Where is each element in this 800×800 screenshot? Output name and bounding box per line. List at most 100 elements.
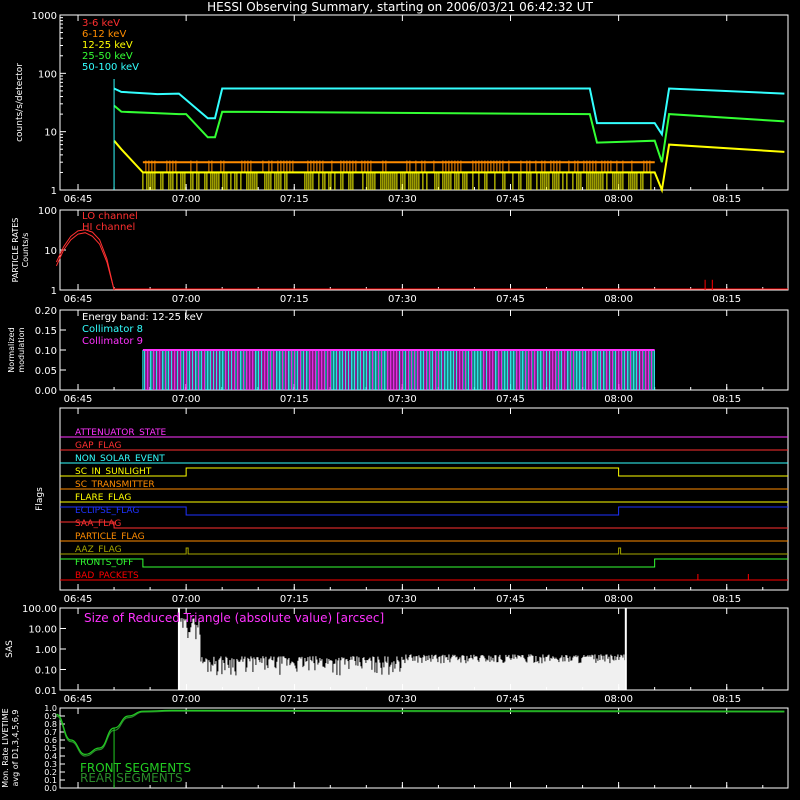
legend-entry: 12-25 keV	[82, 40, 133, 51]
x-tick-label: 08:15	[712, 194, 741, 205]
x-tick-label: 08:15	[712, 394, 741, 405]
x-tick-label: 07:00	[172, 294, 201, 305]
y-axis-label: SAS	[5, 640, 15, 658]
legend-entry: 3-6 keV	[82, 18, 120, 29]
x-tick-label: 08:00	[604, 594, 633, 605]
x-tick-label: 07:15	[280, 194, 309, 205]
legend-entry: HI channel	[82, 222, 135, 233]
series-line	[56, 709, 785, 756]
x-tick-label: 08:00	[604, 294, 633, 305]
panel-4	[59, 407, 789, 591]
y-axis-label: counts/s/detector	[15, 63, 25, 142]
hessi-summary-figure: 1 10 100 1000 counts/s/detector 3-6 keV6-12 k…	[1, 11, 789, 793]
x-tick-label: 08:00	[604, 194, 633, 205]
x-tick-label: 07:00	[172, 394, 201, 405]
x-tick-label: 07:15	[280, 394, 309, 405]
x-tick-label: 07:45	[496, 194, 525, 205]
y-tick-label: 1.00	[35, 645, 57, 656]
x-tick-label: 07:45	[496, 394, 525, 405]
y-tick-label: 0.01	[35, 686, 57, 697]
y-tick-label: 100	[38, 206, 57, 217]
y-tick-label: 0.5	[44, 744, 57, 753]
series-line	[55, 229, 115, 291]
panel-frame	[59, 209, 789, 291]
panel-frame	[59, 407, 789, 591]
x-tick-label: 07:30	[388, 694, 417, 705]
y-tick-label: 1	[51, 186, 57, 197]
y-tick-label: 0.8	[44, 720, 57, 729]
x-tick-label: 07:45	[496, 694, 525, 705]
legend-entry: REAR SEGMENTS	[80, 771, 183, 785]
x-tick-label: 07:30	[388, 594, 417, 605]
legend-entry: 50-100 keV	[82, 62, 139, 73]
x-tick-label: 07:00	[172, 194, 201, 205]
x-tick-label: 06:45	[64, 394, 93, 405]
x-tick-label: 06:45	[64, 694, 93, 705]
y-tick-label: 0.9	[44, 712, 57, 721]
y-tick-label: 0.20	[35, 306, 57, 317]
y-tick-label: 10.00	[28, 625, 57, 636]
flag-line	[60, 547, 788, 555]
y-tick-label: 1	[51, 286, 57, 297]
y-tick-label: 0.0	[44, 784, 57, 793]
y-tick-label: 100	[38, 69, 57, 80]
panel-1	[59, 14, 789, 191]
panel-frame	[59, 14, 789, 191]
legend-title: Energy band: 12-25 keV	[82, 312, 203, 323]
y-axis-label: modulation	[17, 327, 26, 372]
flag-line	[60, 467, 788, 477]
series-line	[55, 232, 115, 291]
y-tick-label: 0.05	[35, 366, 57, 377]
y-tick-label: 1.0	[44, 704, 57, 713]
y-axis-label: Flags	[35, 487, 45, 511]
y-axis-label: Normalized	[7, 327, 16, 372]
legend-entry: LO channel	[82, 211, 138, 222]
x-tick-label: 07:45	[496, 294, 525, 305]
y-tick-label: 10	[44, 246, 57, 257]
y-tick-label: 0.6	[44, 736, 57, 745]
x-tick-label: 08:00	[604, 394, 633, 405]
series-line	[113, 87, 785, 138]
y-axis-label: avg of D1,3,4,5,6,9	[11, 710, 20, 787]
x-tick-label: 07:00	[172, 694, 201, 705]
y-tick-label: 0.2	[44, 768, 57, 777]
y-tick-label: 10	[44, 128, 57, 139]
y-tick-label: 0.7	[44, 728, 57, 737]
legend-entry: 6-12 keV	[82, 29, 126, 40]
x-tick-label: 07:30	[388, 294, 417, 305]
y-tick-label: 0.00	[35, 386, 57, 397]
x-tick-label: 07:45	[496, 594, 525, 605]
y-tick-label: 0.10	[35, 666, 57, 677]
y-tick-label: 0.15	[35, 326, 57, 337]
flag-line	[60, 521, 788, 529]
x-tick-label: 08:15	[712, 694, 741, 705]
x-tick-label: 06:45	[64, 194, 93, 205]
x-tick-label: 08:15	[712, 294, 741, 305]
legend-entry: Collimator 9	[82, 336, 143, 347]
sas-annotation: Size of Reduced Triangle (absolute value…	[84, 611, 384, 625]
x-tick-label: 06:45	[64, 294, 93, 305]
flag-line	[60, 506, 788, 516]
legend-entry: 25-50 keV	[82, 51, 133, 62]
y-tick-label: 0.3	[44, 760, 57, 769]
y-axis-label: PARTICLE RATES	[11, 218, 20, 283]
x-tick-label: 07:15	[280, 594, 309, 605]
x-tick-label: 07:15	[280, 294, 309, 305]
x-tick-label: 06:45	[64, 594, 93, 605]
legend-entry: Collimator 8	[82, 324, 143, 335]
y-tick-label: 1000	[32, 11, 57, 22]
x-tick-label: 07:30	[388, 194, 417, 205]
y-axis-label: Mon. Rate LIVETIME	[1, 708, 10, 787]
series-line	[113, 104, 785, 163]
series-line	[56, 710, 785, 757]
x-tick-label: 08:15	[712, 594, 741, 605]
x-tick-label: 07:00	[172, 594, 201, 605]
y-tick-label: 0.1	[44, 776, 57, 785]
y-tick-label: 0.4	[44, 752, 57, 761]
x-tick-label: 07:15	[280, 694, 309, 705]
y-tick-label: 100.00	[22, 604, 57, 615]
y-axis-label: Counts/s	[21, 233, 30, 268]
flag-line	[60, 558, 788, 568]
x-tick-label: 08:00	[604, 694, 633, 705]
y-tick-label: 0.10	[35, 346, 57, 357]
